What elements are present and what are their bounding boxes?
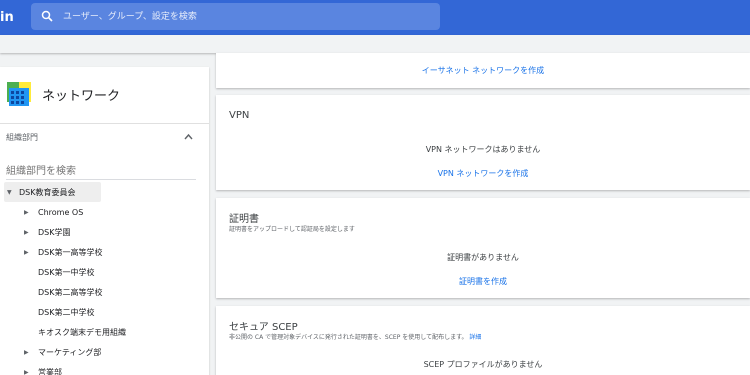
- tree-item[interactable]: ▶ 営業部: [0, 362, 180, 375]
- scep-details-link[interactable]: 詳細: [469, 334, 481, 341]
- network-app-icon: [5, 82, 33, 108]
- org-unit-section-header[interactable]: 組織部門: [0, 123, 209, 151]
- tree-item-root[interactable]: ▼ DSK教育委員会: [4, 182, 101, 202]
- certificates-card: 証明書 証明書をアップロードして認証局を設定します 証明書がありません 証明書を…: [216, 198, 750, 298]
- tree-item[interactable]: ▶ DSK学園: [0, 222, 180, 242]
- create-certificate-link-label[interactable]: 証明書を作成: [459, 277, 507, 286]
- tree-item-label: DSK第一中学校: [38, 267, 95, 277]
- create-vpn-link[interactable]: VPN ネットワークを作成: [216, 168, 750, 179]
- create-vpn-link-label[interactable]: VPN ネットワークを作成: [438, 169, 529, 178]
- scep-description-text: 非公開の CA で管理対象デバイスに発行された証明書を、SCEP を使用して配布…: [229, 334, 468, 341]
- secure-scep-card: セキュア SCEP 非公開の CA で管理対象デバイスに発行された証明書を、SC…: [216, 306, 750, 375]
- create-ethernet-link-label[interactable]: イーサネット ネットワークを作成: [422, 66, 544, 75]
- create-certificate-link[interactable]: 証明書を作成: [216, 276, 750, 287]
- tree-item-label: Chrome OS: [38, 207, 84, 217]
- scep-empty-text: SCEP プロファイルがありません: [423, 360, 543, 369]
- tree-item-label: 営業部: [38, 367, 62, 375]
- chevron-up-icon[interactable]: [184, 133, 193, 140]
- caret-down-icon[interactable]: ▼: [7, 189, 12, 196]
- scep-card-title: セキュア SCEP: [229, 322, 298, 333]
- caret-right-icon[interactable]: ▶: [24, 349, 29, 356]
- caret-right-icon[interactable]: ▶: [24, 229, 29, 236]
- tree-item[interactable]: DSK第二中学校: [0, 302, 180, 322]
- tree-item[interactable]: キオスク端末デモ用組織: [0, 322, 180, 342]
- tree-item[interactable]: ▶ DSK第一高等学校: [0, 242, 180, 262]
- search-icon: [41, 10, 53, 22]
- tree-item-label: キオスク端末デモ用組織: [38, 327, 126, 337]
- tree-item-label: DSK学園: [38, 227, 71, 237]
- create-ethernet-link[interactable]: イーサネット ネットワークを作成: [216, 65, 750, 76]
- tree-item[interactable]: ▶ Chrome OS: [0, 202, 180, 222]
- tree-item[interactable]: DSK第二高等学校: [0, 282, 180, 302]
- tree-item-label: DSK第一高等学校: [38, 247, 103, 257]
- search-input[interactable]: [63, 3, 433, 30]
- vpn-card-title: VPN: [229, 110, 250, 121]
- certificates-empty-text: 証明書がありません: [447, 253, 519, 262]
- caret-right-icon[interactable]: ▶: [24, 209, 29, 216]
- tree-item[interactable]: DSK第一中学校: [0, 262, 180, 282]
- certificates-card-description: 証明書をアップロードして認証局を設定します: [229, 226, 355, 233]
- brand-text-fragment: in: [0, 10, 14, 25]
- tree-item-label: DSK教育委員会: [19, 187, 76, 197]
- ethernet-card: イーサネット ネットワークを作成: [216, 53, 750, 88]
- top-app-bar: in: [0, 0, 750, 35]
- org-unit-section-label: 組織部門: [6, 133, 38, 142]
- certificates-card-title: 証明書: [229, 214, 259, 225]
- caret-right-icon[interactable]: ▶: [24, 369, 29, 375]
- tree-item-label: マーケティング部: [38, 347, 102, 357]
- left-panel: ネットワーク 組織部門 ▼ DSK教育委員会 ▶ Chrome OS ▶ DSK…: [0, 67, 209, 375]
- scep-card-description: 非公開の CA で管理対象デバイスに発行された証明書を、SCEP を使用して配布…: [229, 332, 481, 341]
- sub-header-bar: [0, 35, 750, 53]
- vpn-empty-text: VPN ネットワークはありません: [425, 145, 541, 154]
- org-unit-search-input[interactable]: [6, 164, 196, 180]
- tree-item-label: DSK第二高等学校: [38, 287, 103, 297]
- vpn-card: VPN VPN ネットワークはありません VPN ネットワークを作成: [216, 95, 750, 190]
- tree-item[interactable]: ▶ マーケティング部: [0, 342, 180, 362]
- tree-item-label: DSK第二中学校: [38, 307, 95, 317]
- page-title: ネットワーク: [42, 89, 121, 104]
- search-box[interactable]: [31, 3, 440, 30]
- caret-right-icon[interactable]: ▶: [24, 249, 29, 256]
